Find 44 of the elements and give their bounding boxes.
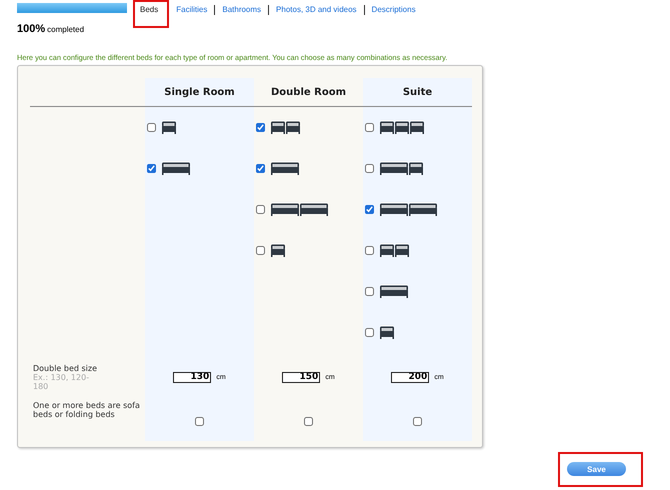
progress-percent: 100% [17,23,46,35]
bed-icon [271,244,285,257]
checkbox[interactable] [147,164,156,173]
size-input[interactable]: 200 [391,372,430,382]
checkbox[interactable] [365,123,374,132]
progress-caption: completed [47,25,84,34]
bed-icon [380,162,423,175]
checkbox[interactable] [147,123,156,132]
checkbox[interactable] [365,205,374,214]
checkbox[interactable] [304,416,313,426]
size-input[interactable]: 150 [282,372,320,382]
checkbox[interactable] [256,246,265,255]
bed-icon [380,285,408,298]
bed-icon [271,121,300,134]
bed-icon [162,121,176,134]
bed-icon [271,162,299,175]
checkbox[interactable] [256,164,265,173]
checkbox[interactable] [195,416,204,426]
checkbox[interactable] [365,328,374,337]
field-label: One or more beds are sofa beds or folding beds [33,401,141,419]
column-header: Single Room [164,86,235,98]
save-button[interactable]: Save [567,462,626,476]
checkbox[interactable] [365,287,374,296]
column-header: Double Room [271,86,346,98]
size-input[interactable]: 130 [173,372,212,382]
bed-icon [380,244,409,257]
field-label: Double bed size [33,364,98,372]
tab[interactable]: Descriptions [364,5,423,15]
checkbox[interactable] [256,123,265,132]
column-header: Suite [402,86,432,98]
bed-icon [380,326,394,339]
checkbox[interactable] [365,164,374,173]
tab[interactable]: Beds [133,0,170,28]
tab[interactable]: Bathrooms [214,5,268,15]
tab[interactable]: Facilities [169,5,214,15]
tab[interactable]: Photos, 3D and videos [268,5,364,15]
bed-icon [271,203,328,216]
checkbox[interactable] [256,205,265,214]
checkbox[interactable] [365,246,374,255]
checkbox[interactable] [413,416,422,426]
bed-icon [380,203,437,216]
bed-icon [162,162,190,175]
field-hint: Ex.: 130, 120-180 [33,372,90,390]
bed-icon [380,121,424,134]
